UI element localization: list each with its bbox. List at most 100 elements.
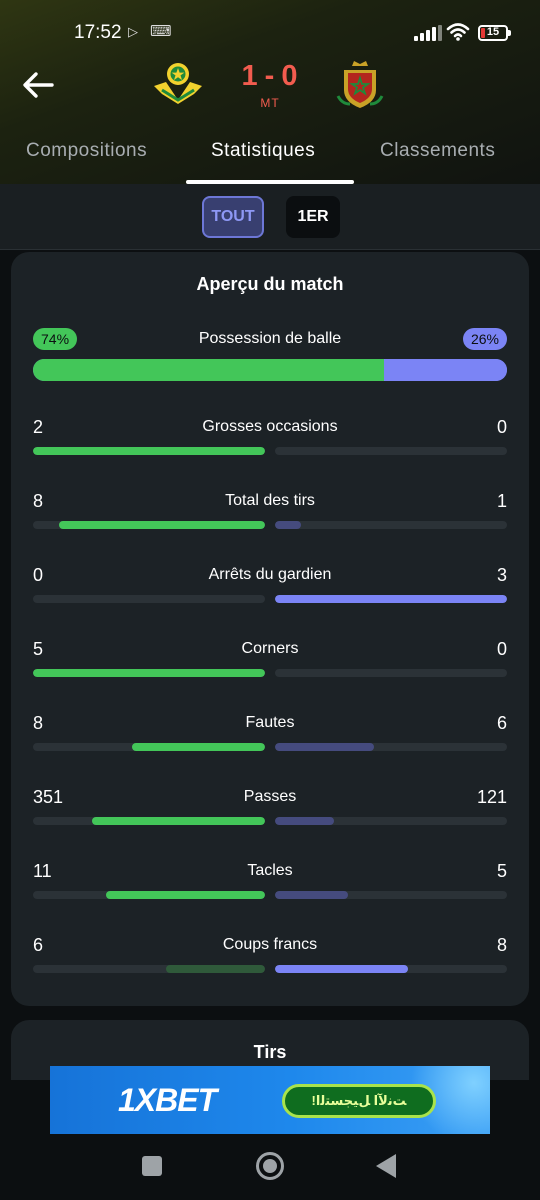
stat-row: 351 Passes 121 [33, 787, 507, 827]
match-score: 1-0 [220, 60, 320, 93]
stat-away-track [275, 669, 507, 677]
signal-icon [414, 25, 442, 41]
stat-home-bar [33, 447, 265, 455]
stat-label: Tacles [247, 862, 293, 879]
card-title: Aperçu du match [196, 274, 344, 294]
possession-bar-home [33, 359, 384, 381]
stat-away-bar [275, 965, 408, 973]
match-header: 17:52 ▷ ⌨ 15 1 - 0 MT Compositions Stati… [0, 0, 540, 184]
stat-away-bar [275, 521, 301, 529]
filter-chip-all[interactable]: TOUT [202, 196, 264, 238]
home-score: 1 [241, 60, 259, 92]
stat-home-bar [165, 965, 265, 973]
stat-row: 8 Fautes 6 [33, 713, 507, 753]
stat-home-track [33, 595, 265, 603]
filter-chip-first-half[interactable]: 1ER [286, 196, 340, 238]
stat-home-value: 6 [33, 935, 44, 955]
stat-home-value: 5 [33, 639, 44, 659]
shots-section-title: Tirs [253, 1042, 287, 1062]
stat-away-track [275, 817, 507, 825]
stat-label: Fautes [245, 714, 295, 731]
stat-away-value: 6 [496, 713, 507, 733]
stat-label: Total des tirs [225, 492, 315, 509]
stat-away-value: 1 [496, 491, 507, 511]
match-overview-card: Aperçu du match 74% Possession de balle … [11, 252, 529, 1006]
stat-label: Arrêts du gardien [208, 566, 332, 583]
battery-level: 15 [486, 26, 500, 38]
stat-home-bar [58, 521, 265, 529]
away-team-crest[interactable] [334, 58, 386, 110]
stat-away-bar [275, 743, 375, 751]
stat-away-track [275, 595, 507, 603]
stat-away-value: 5 [496, 861, 507, 881]
stat-row: 6 Coups francs 8 [33, 935, 507, 975]
stat-label: Coups francs [222, 936, 318, 953]
stat-home-bar [92, 817, 265, 825]
stat-away-bar [275, 817, 335, 825]
battery-icon: 15 [478, 25, 511, 41]
stat-home-track [33, 891, 265, 899]
stat-home-track [33, 669, 265, 677]
stat-away-value: 8 [496, 935, 507, 955]
stat-home-bar [105, 891, 265, 899]
stat-home-track [33, 447, 265, 455]
possession-label: Possession de balle [198, 330, 342, 347]
status-bar: 17:52 ▷ ⌨ 15 [0, 20, 540, 48]
stat-home-bar [132, 743, 265, 751]
stat-away-value: 0 [496, 639, 507, 659]
stat-away-value: 3 [496, 565, 507, 585]
tab-classements[interactable]: Classements [380, 140, 495, 162]
stat-home-value: 351 [33, 787, 64, 807]
stat-home-track [33, 817, 265, 825]
tab-compositions[interactable]: Compositions [26, 140, 147, 162]
back-triangle-icon[interactable] [376, 1154, 396, 1178]
stat-row: 5 Corners 0 [33, 639, 507, 679]
system-nav-bar [0, 1134, 540, 1200]
stat-home-bar [33, 669, 265, 677]
ad-brand-logo: 1XBET [118, 1082, 217, 1118]
score-separator: - [264, 60, 276, 92]
stat-home-value: 0 [33, 565, 44, 585]
stat-home-value: 2 [33, 417, 44, 437]
home-icon[interactable] [256, 1152, 284, 1180]
period-filter-row: TOUT 1ER [0, 184, 540, 250]
back-arrow-icon[interactable] [18, 66, 58, 104]
tab-bar: Compositions Statistiques Classements [0, 130, 540, 184]
possession-away-badge: 26% [462, 328, 507, 350]
stat-row: 0 Arrêts du gardien 3 [33, 565, 507, 605]
wifi-icon [446, 23, 470, 41]
stat-label: Passes [243, 788, 297, 805]
stat-home-value: 8 [33, 713, 44, 733]
gamepad-icon: ⌨ [150, 23, 172, 40]
away-score: 0 [281, 60, 299, 92]
possession-bar [33, 359, 507, 381]
stat-away-track [275, 521, 507, 529]
stat-away-track [275, 891, 507, 899]
possession-bar-away [383, 359, 507, 381]
app-screen: 17:52 ▷ ⌨ 15 1 - 0 MT Compositions Stati… [0, 0, 540, 1200]
recents-icon[interactable] [142, 1156, 162, 1176]
stat-row: 8 Total des tirs 1 [33, 491, 507, 531]
tab-statistiques[interactable]: Statistiques [211, 140, 315, 162]
stat-label: Grosses occasions [202, 418, 338, 435]
stat-away-track [275, 965, 507, 973]
stat-away-track [275, 447, 507, 455]
ad-banner[interactable]: 1XBET !ﺖﻧﻵا ﻞﻴﺠﺴﺘﻟا [50, 1066, 490, 1134]
stat-away-bar [275, 595, 507, 603]
stat-home-track [33, 965, 265, 973]
stat-row: 2 Grosses occasions 0 [33, 417, 507, 457]
play-store-icon: ▷ [128, 24, 138, 39]
stat-row: 11 Tacles 5 [33, 861, 507, 901]
match-status: MT [260, 96, 280, 110]
stat-home-value: 11 [33, 861, 52, 881]
status-time: 17:52 [74, 22, 122, 43]
stat-home-value: 8 [33, 491, 44, 511]
home-team-crest[interactable] [150, 60, 206, 108]
stat-home-track [33, 743, 265, 751]
stat-away-value: 0 [496, 417, 507, 437]
stat-away-bar [275, 891, 348, 899]
stat-away-track [275, 743, 507, 751]
stat-label: Corners [241, 640, 299, 657]
stat-away-value: 121 [476, 787, 507, 807]
ad-cta-button[interactable]: !ﺖﻧﻵا ﻞﻴﺠﺴﺘﻟا [282, 1084, 436, 1118]
